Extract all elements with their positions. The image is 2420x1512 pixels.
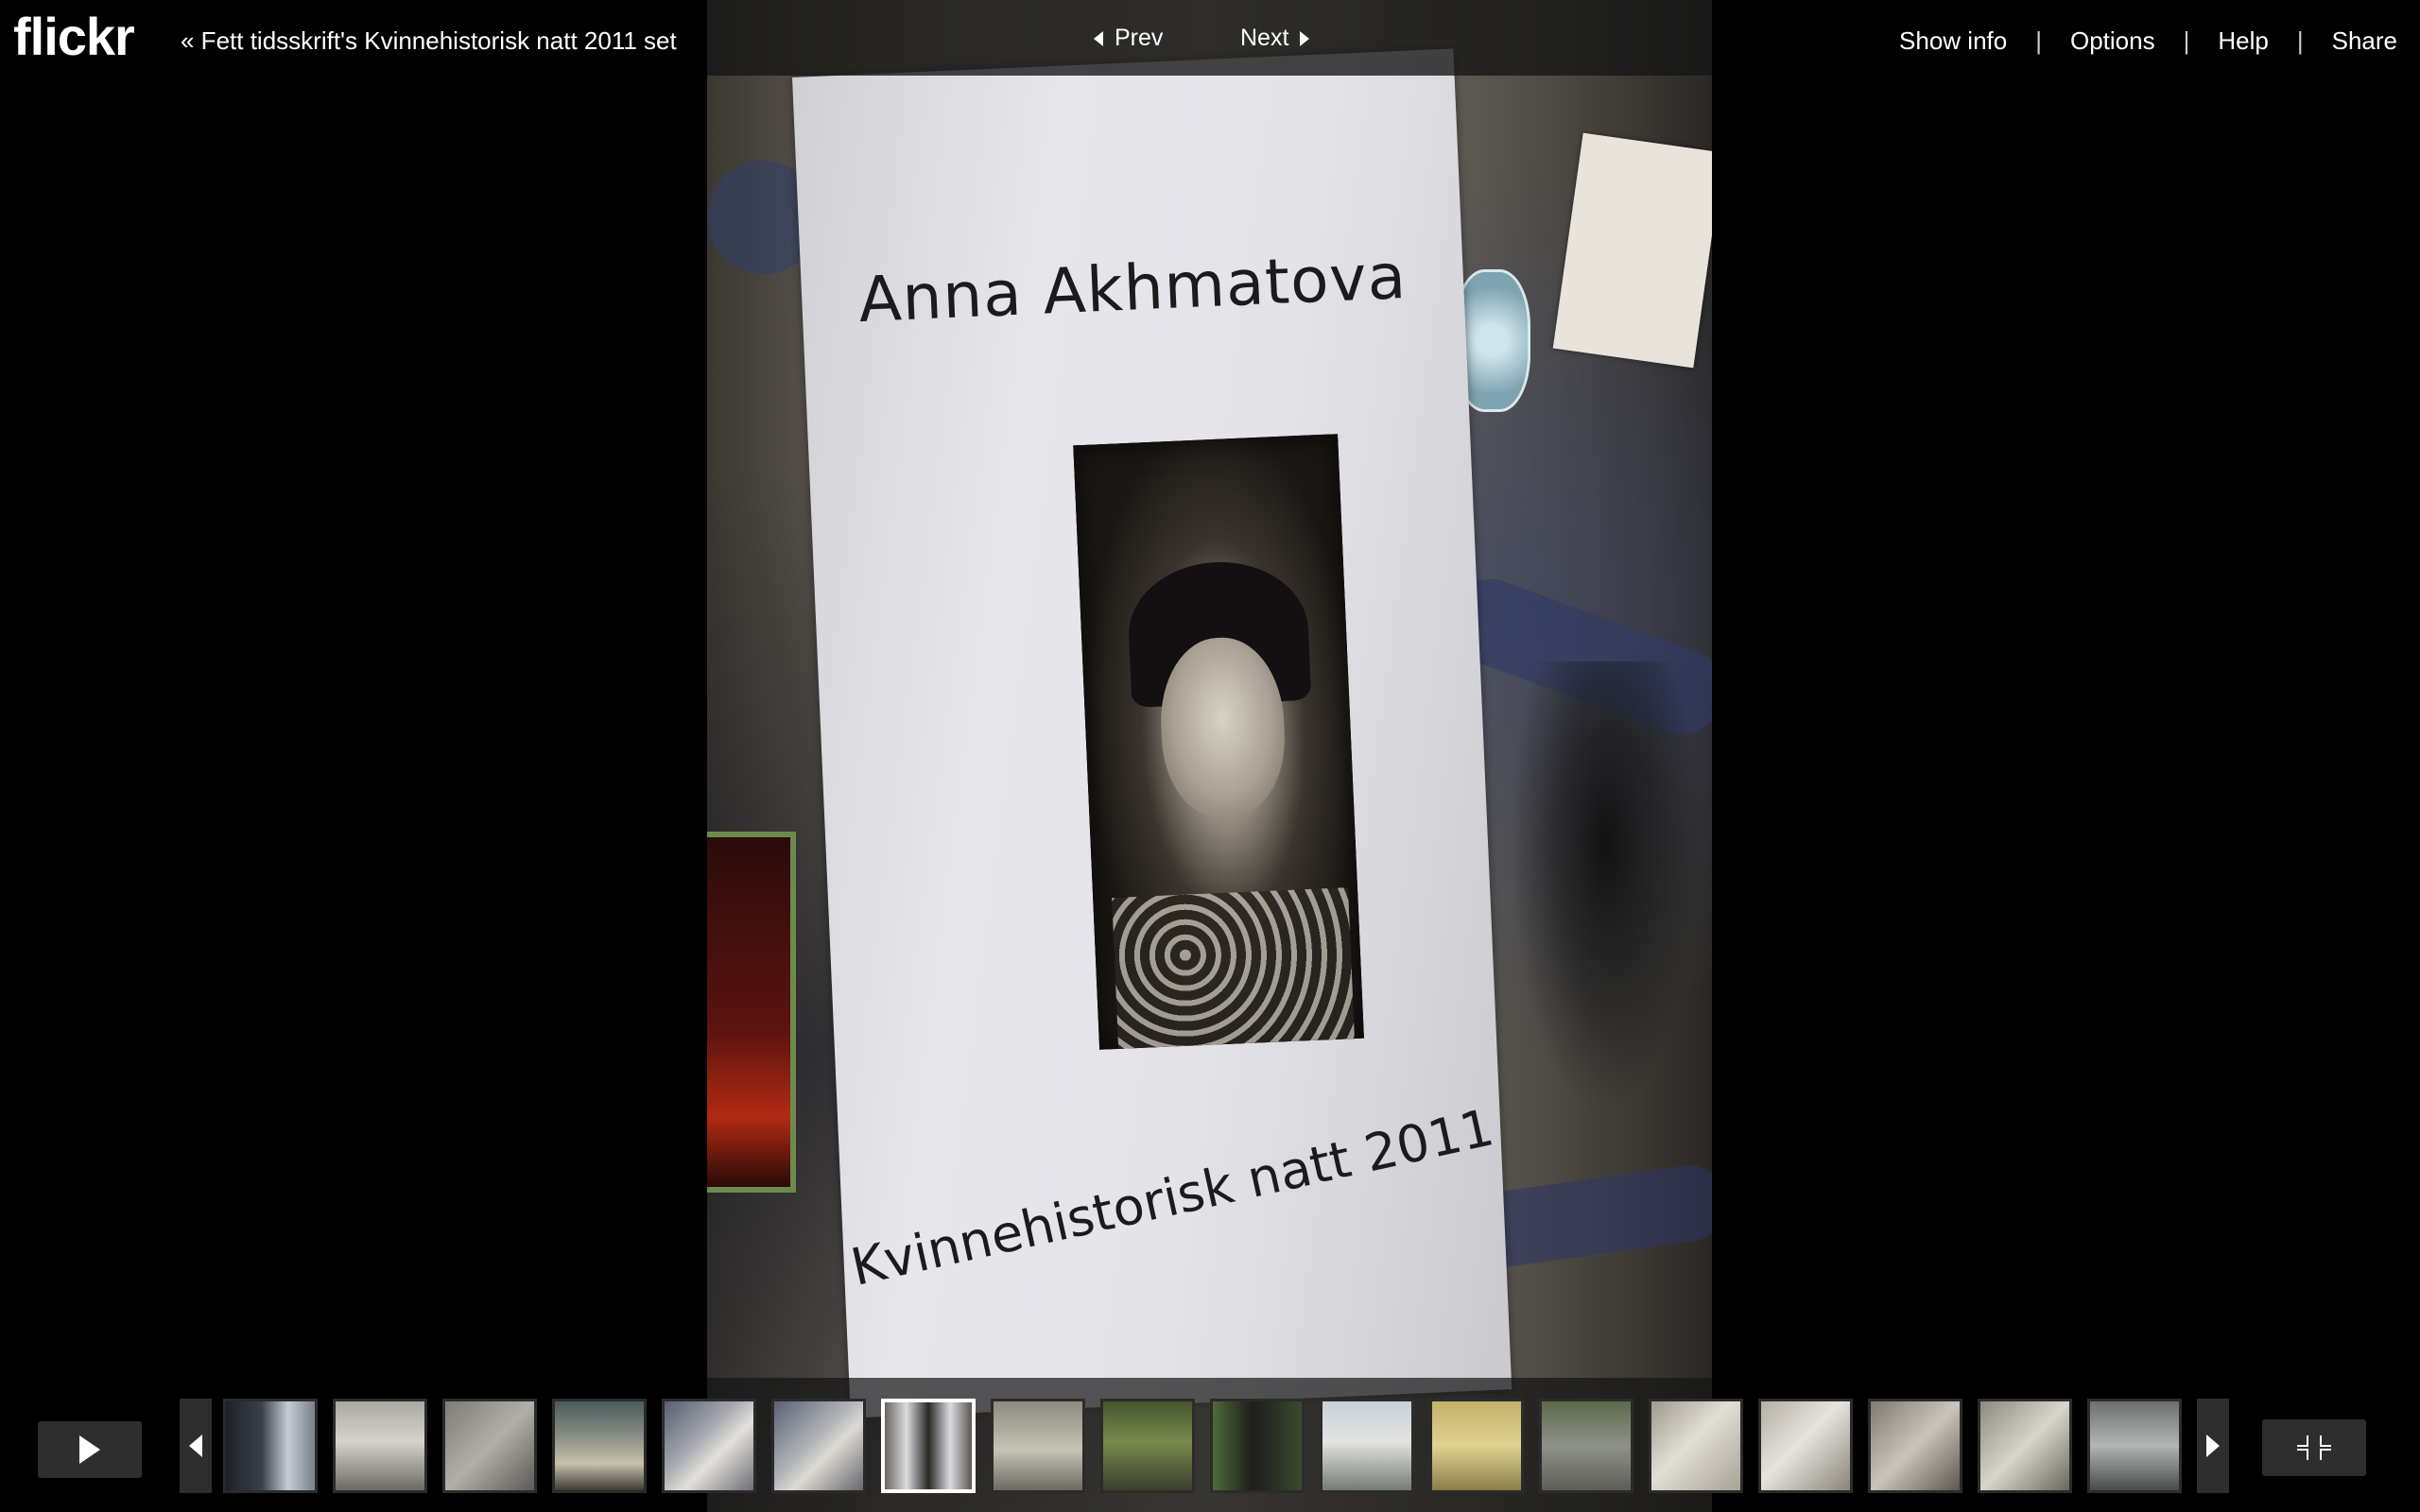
header-menu: Show info | Options | Help | Share: [1899, 26, 2397, 56]
slideshow-play-button[interactable]: [38, 1421, 142, 1478]
filmstrip-thumbnail[interactable]: [223, 1399, 318, 1493]
caret-left-icon: [1094, 30, 1103, 46]
filmstrip-thumbnail[interactable]: [1210, 1399, 1305, 1493]
flickr-logo[interactable]: flickr: [13, 6, 135, 67]
share-link[interactable]: Share: [2332, 26, 2397, 56]
filmstrip-thumbnail[interactable]: [662, 1399, 756, 1493]
wall-graffiti-black: [1511, 662, 1700, 1115]
poster-subtitle: Kvinnehistorisk natt 2011: [845, 1097, 1499, 1297]
next-button[interactable]: Next: [1240, 25, 1310, 52]
filmstrip-thumbnail[interactable]: [1100, 1399, 1195, 1493]
filmstrip-thumbnail-active[interactable]: [881, 1399, 976, 1493]
bottom-bar: [0, 1378, 2420, 1512]
filmstrip-thumbnail[interactable]: [1429, 1399, 1524, 1493]
options-link[interactable]: Options: [2070, 26, 2155, 56]
next-label: Next: [1240, 25, 1289, 51]
filmstrip-thumbnail[interactable]: [991, 1399, 1085, 1493]
poster: Anna Akhmatova Kvinnehistorisk natt 2011: [792, 48, 1512, 1418]
prev-button[interactable]: Prev: [1094, 25, 1163, 52]
filmstrip-thumbnail[interactable]: [771, 1399, 866, 1493]
filmstrip-thumbnail[interactable]: [1758, 1399, 1853, 1493]
back-to-set-link[interactable]: « Fett tidsskrift's Kvinnehistorisk natt…: [181, 26, 677, 56]
filmstrip-thumbnail[interactable]: [1539, 1399, 1634, 1493]
caret-right-icon: [1300, 30, 1310, 46]
menu-separator: |: [2035, 26, 2042, 55]
caret-right-icon: [2206, 1435, 2220, 1457]
filmstrip-prev-button[interactable]: [180, 1399, 212, 1493]
filmstrip-next-button[interactable]: [2197, 1399, 2229, 1493]
menu-separator: |: [2183, 26, 2190, 55]
top-bar-overlay: [707, 0, 1712, 76]
wall-note: [1552, 132, 1712, 369]
filmstrip-thumbnail[interactable]: [552, 1399, 647, 1493]
filmstrip-thumbnail[interactable]: [1868, 1399, 1962, 1493]
filmstrip-thumbnail[interactable]: [333, 1399, 427, 1493]
wall-red-poster: [707, 832, 796, 1193]
filmstrip-thumbnail[interactable]: [1978, 1399, 2072, 1493]
show-info-link[interactable]: Show info: [1899, 26, 2007, 56]
caret-left-icon: [189, 1435, 202, 1457]
filmstrip-thumbnail[interactable]: [442, 1399, 537, 1493]
top-bar: flickr « Fett tidsskrift's Kvinnehistori…: [0, 0, 2420, 76]
lightbox-stage: Anna Akhmatova Kvinnehistorisk natt 2011…: [0, 0, 2420, 1512]
prev-label: Prev: [1115, 25, 1164, 51]
exit-fullscreen-icon: [2295, 1434, 2333, 1462]
main-photo[interactable]: Anna Akhmatova Kvinnehistorisk natt 2011: [707, 0, 1712, 1512]
filmstrip-thumbnail[interactable]: [1649, 1399, 1743, 1493]
poster-title: Anna Akhmatova: [856, 239, 1409, 337]
play-icon: [79, 1435, 100, 1464]
logo-text: flickr: [13, 7, 135, 66]
help-link[interactable]: Help: [2218, 26, 2268, 56]
filmstrip-thumbnail[interactable]: [2087, 1399, 2182, 1493]
portrait-dress: [1112, 887, 1355, 1049]
menu-separator: |: [2296, 26, 2304, 55]
poster-portrait: [1073, 434, 1364, 1050]
filmstrip-thumbnail[interactable]: [1320, 1399, 1414, 1493]
exit-fullscreen-button[interactable]: [2262, 1419, 2366, 1476]
